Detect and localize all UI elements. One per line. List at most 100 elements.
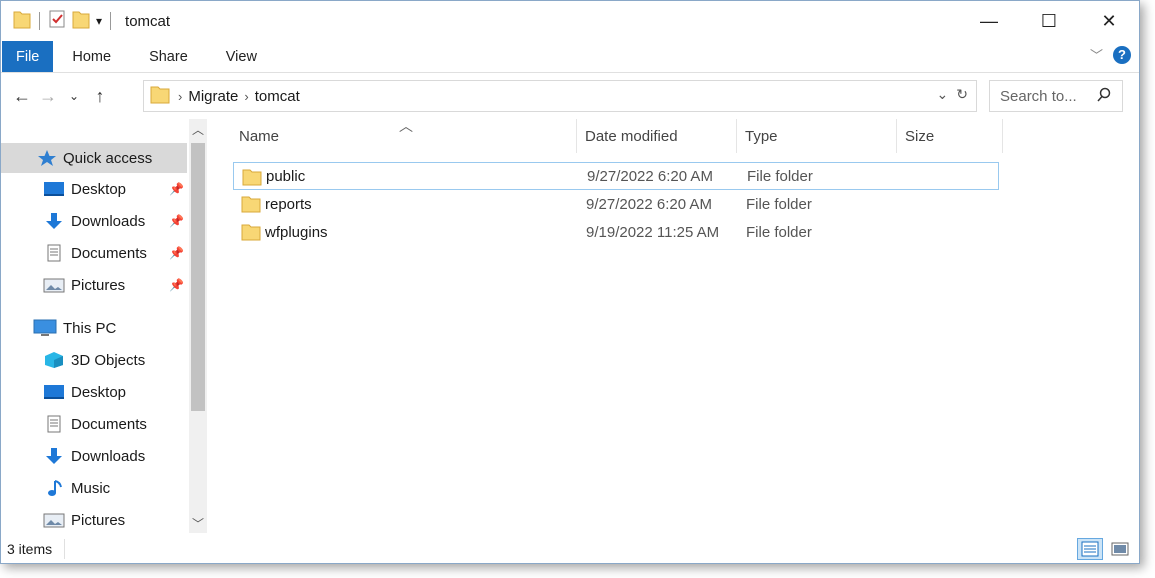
file-type: File folder	[746, 223, 812, 241]
chevron-right-icon[interactable]: ›	[244, 89, 248, 104]
tab-file[interactable]: File	[2, 41, 54, 72]
recent-locations-icon[interactable]: ⌄	[61, 89, 87, 103]
nav-downloads[interactable]: Downloads	[43, 441, 187, 471]
column-header-size[interactable]: Size	[899, 119, 1003, 153]
tab-share[interactable]: Share	[130, 41, 207, 72]
tab-view[interactable]: View	[207, 41, 276, 72]
file-name: public	[266, 167, 306, 185]
up-arrow-icon[interactable]: ↑	[87, 86, 113, 107]
file-name: reports	[265, 195, 312, 213]
details-view-icon[interactable]	[1077, 538, 1103, 560]
title-bar: ▾ tomcat — ☐ ✕	[1, 1, 1139, 41]
nav-this-pc[interactable]: This PC	[33, 313, 187, 343]
tab-home[interactable]: Home	[53, 41, 130, 72]
breadcrumb-migrate[interactable]: Migrate	[188, 88, 238, 105]
column-header-date[interactable]: Date modified	[579, 119, 737, 153]
file-row[interactable]: reports 9/27/2022 6:20 AM File folder	[233, 190, 999, 218]
downloads-icon	[43, 212, 65, 230]
desktop-icon	[43, 180, 65, 198]
file-explorer-window: ▾ tomcat — ☐ ✕ File Home Share View ﹀ ? …	[0, 0, 1140, 564]
file-date: 9/19/2022 11:25 AM	[586, 223, 720, 241]
folder-icon	[13, 9, 31, 33]
file-name: wfplugins	[265, 223, 328, 241]
nav-scrollbar[interactable]: ︿ ﹀	[189, 119, 207, 533]
pictures-icon	[43, 276, 65, 294]
file-type: File folder	[746, 195, 812, 213]
breadcrumb-tomcat[interactable]: tomcat	[255, 88, 300, 105]
minimize-button[interactable]: —	[959, 1, 1019, 41]
search-icon[interactable]	[1096, 87, 1112, 107]
scroll-down-icon[interactable]: ﹀	[189, 515, 207, 532]
address-bar[interactable]: › Migrate › tomcat ⌄ ↻	[143, 80, 977, 112]
scroll-thumb[interactable]	[191, 143, 205, 411]
nav-label: Pictures	[71, 276, 126, 294]
documents-icon	[43, 415, 65, 433]
nav-label: Desktop	[71, 180, 127, 198]
pictures-icon	[43, 511, 65, 529]
pin-icon[interactable]: 📌	[169, 214, 184, 228]
status-divider	[64, 539, 66, 559]
address-row: ← → ⌄ ↑ › Migrate › tomcat ⌄ ↻ Search to…	[1, 77, 1139, 115]
column-header-type[interactable]: Type	[739, 119, 897, 153]
file-row[interactable]: public 9/27/2022 6:20 AM File folder	[233, 162, 999, 190]
customize-toolbar-icon[interactable]: ▾	[96, 14, 102, 28]
large-icons-view-icon[interactable]	[1107, 538, 1133, 560]
expand-ribbon-icon[interactable]: ﹀	[1090, 45, 1103, 64]
file-type: File folder	[747, 167, 813, 185]
nav-pinned-documents[interactable]: Documents 📌	[43, 238, 187, 268]
nav-label: This PC	[63, 319, 117, 337]
folder-icon	[150, 84, 170, 108]
nav-label: 3D Objects	[71, 351, 146, 369]
nav-3d-objects[interactable]: 3D Objects	[43, 345, 187, 375]
nav-pinned-pictures[interactable]: Pictures 📌	[43, 270, 187, 300]
3d-objects-icon	[43, 351, 65, 369]
documents-icon	[43, 244, 65, 262]
back-arrow-icon[interactable]: ←	[9, 86, 35, 107]
toolbar-divider	[39, 12, 40, 30]
nav-quick-access[interactable]: Quick access	[1, 143, 187, 173]
item-count: 3 items	[7, 541, 53, 557]
column-header-name[interactable]: Name	[233, 119, 577, 153]
caption-buttons: — ☐ ✕	[959, 1, 1139, 41]
help-icon[interactable]: ?	[1113, 45, 1131, 64]
nav-documents[interactable]: Documents	[43, 409, 187, 439]
nav-label: Documents	[71, 415, 147, 433]
new-folder-icon[interactable]	[72, 9, 90, 33]
file-date: 9/27/2022 6:20 AM	[586, 195, 712, 213]
nav-label: Music	[71, 479, 111, 497]
nav-desktop[interactable]: Desktop	[43, 377, 187, 407]
nav-pinned-downloads[interactable]: Downloads 📌	[43, 206, 187, 236]
nav-label: Quick access	[63, 149, 153, 167]
window-title: tomcat	[125, 12, 171, 30]
view-switcher	[1077, 538, 1133, 560]
downloads-icon	[43, 447, 65, 465]
folder-icon	[242, 168, 262, 190]
pin-icon[interactable]: 📌	[169, 246, 184, 260]
nav-music[interactable]: Music	[43, 473, 187, 503]
music-icon	[43, 479, 65, 497]
address-controls: ⌄ ↻	[937, 86, 968, 103]
chevron-right-icon[interactable]: ›	[178, 89, 182, 104]
pin-icon[interactable]: 📌	[169, 182, 184, 196]
forward-arrow-icon[interactable]: →	[35, 86, 61, 107]
nav-label: Downloads	[71, 212, 146, 230]
ribbon-controls: ﹀ ?	[1090, 45, 1131, 64]
desktop-icon	[43, 383, 65, 401]
search-input[interactable]: Search to...	[989, 80, 1123, 112]
status-bar: 3 items	[1, 535, 1139, 563]
properties-icon[interactable]	[48, 9, 66, 33]
refresh-icon[interactable]: ↻	[956, 86, 968, 103]
nav-pictures[interactable]: Pictures	[43, 505, 187, 535]
quick-access-toolbar: ▾ tomcat	[1, 9, 170, 33]
chevron-down-icon[interactable]: ⌄	[937, 86, 949, 103]
pin-icon[interactable]: 📌	[169, 278, 184, 292]
close-button[interactable]: ✕	[1079, 1, 1139, 41]
scroll-up-icon[interactable]: ︿	[189, 121, 207, 138]
file-date: 9/27/2022 6:20 AM	[587, 167, 713, 185]
maximize-button[interactable]: ☐	[1019, 1, 1079, 41]
star-icon	[37, 149, 57, 167]
folder-icon	[241, 195, 261, 217]
file-row[interactable]: wfplugins 9/19/2022 11:25 AM File folder	[233, 218, 999, 246]
computer-icon	[33, 319, 57, 337]
nav-pinned-desktop[interactable]: Desktop 📌	[43, 174, 187, 204]
